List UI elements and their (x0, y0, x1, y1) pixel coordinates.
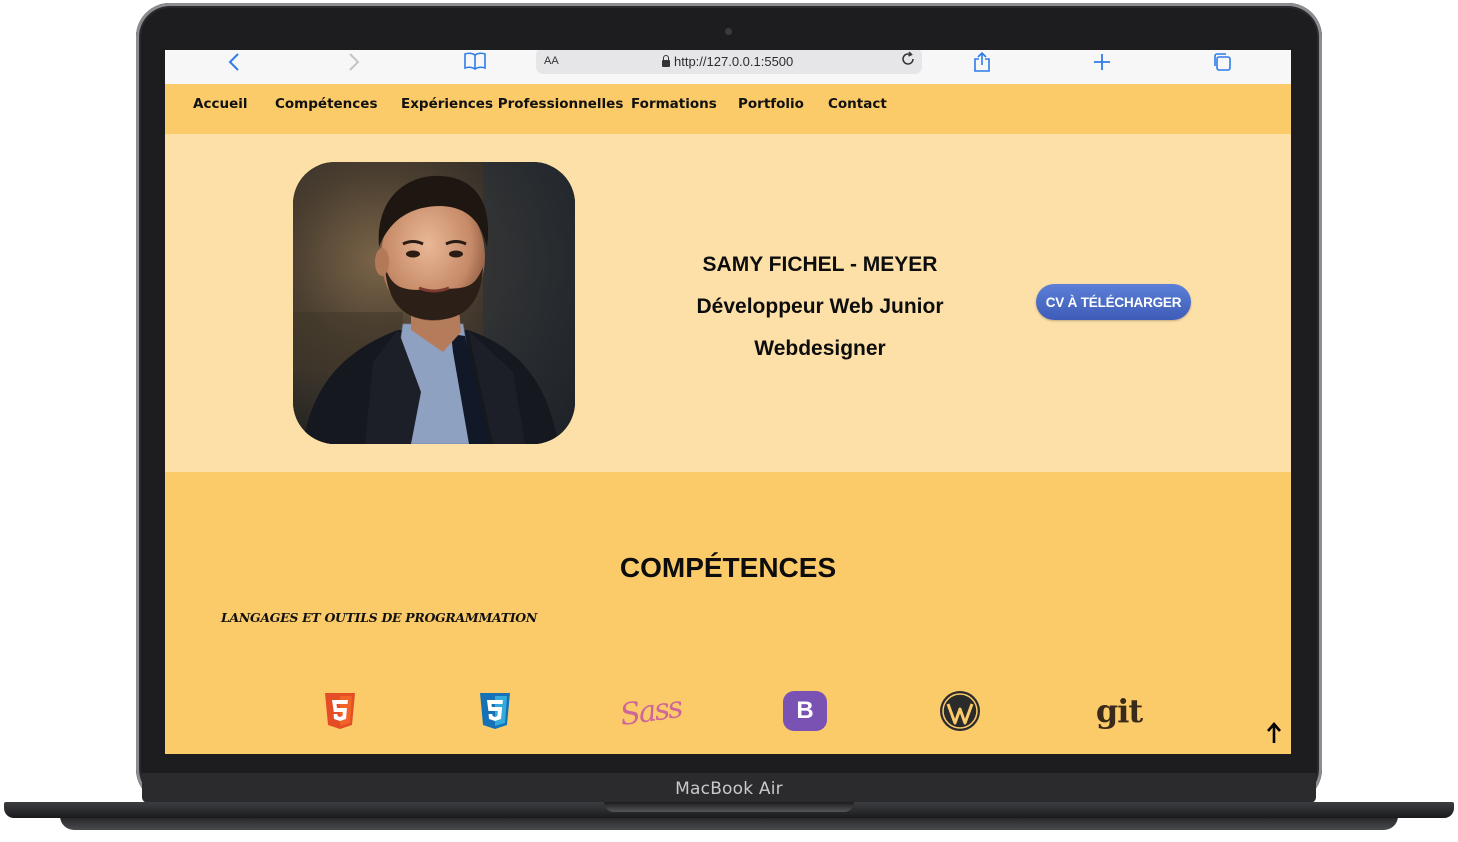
tabs-icon[interactable] (1211, 50, 1233, 75)
back-icon[interactable] (223, 50, 245, 75)
bootstrap-logo-text: B (796, 697, 814, 724)
site-nav: Accueil Compétences Expériences Professi… (165, 84, 1291, 134)
git-icon: git (1091, 687, 1147, 735)
skills-title: COMPÉTENCES (619, 552, 837, 583)
person-role-2: Webdesigner (754, 337, 886, 360)
reload-icon[interactable] (900, 50, 916, 72)
laptop-base-shadow (60, 816, 1398, 830)
url-text: http://127.0.0.1:5500 (674, 53, 794, 69)
nav-contact[interactable]: Contact (828, 96, 887, 112)
html5-icon (316, 687, 364, 735)
url-display: http://127.0.0.1:5500 (662, 54, 793, 69)
laptop-label: MacBook Air (675, 779, 783, 799)
person-name: SAMY FICHEL - MEYER (702, 253, 938, 276)
sass-logo-text: Sass (618, 689, 684, 733)
forward-icon[interactable] (343, 50, 365, 75)
nav-formations[interactable]: Formations (631, 96, 717, 112)
share-icon[interactable] (971, 50, 993, 75)
profile-photo (293, 162, 575, 444)
skills-subtitle: LANGAGES ET OUTILS DE PROGRAMMATION (221, 610, 537, 625)
laptop-notch (604, 802, 854, 812)
nav-portfolio[interactable]: Portfolio (738, 96, 804, 112)
address-bar[interactable]: AA http://127.0.0.1:5500 (536, 50, 922, 74)
lock-icon (662, 54, 670, 67)
bookmarks-icon[interactable] (462, 50, 488, 74)
git-logo-text: git (1095, 692, 1143, 730)
hero-text: SAMY FICHEL - MEYER Développeur Web Juni… (645, 244, 995, 370)
scroll-top-icon[interactable] (1266, 722, 1282, 750)
nav-experiences[interactable]: Expériences Professionnelles (401, 96, 623, 112)
nav-competences[interactable]: Compétences (275, 96, 377, 112)
text-size-button[interactable]: AA (544, 55, 559, 67)
wordpress-icon (936, 687, 984, 735)
bootstrap-icon: B (781, 687, 829, 735)
css3-icon (471, 687, 519, 735)
skills-section: COMPÉTENCES LANGAGES ET OUTILS DE PROGRA… (165, 472, 1291, 754)
new-tab-icon[interactable] (1091, 50, 1113, 75)
hero-section: SAMY FICHEL - MEYER Développeur Web Juni… (165, 134, 1291, 472)
screen: AA http://127.0.0.1:5500 Accueil Compéte… (165, 50, 1291, 754)
browser-toolbar: AA http://127.0.0.1:5500 (165, 50, 1291, 85)
nav-accueil[interactable]: Accueil (193, 96, 247, 112)
camera-icon (725, 28, 732, 35)
cv-download-button[interactable]: CV À TÉLÉCHARGER (1036, 284, 1191, 320)
sass-icon: Sass (618, 687, 684, 735)
person-role: Développeur Web Junior (696, 295, 944, 318)
